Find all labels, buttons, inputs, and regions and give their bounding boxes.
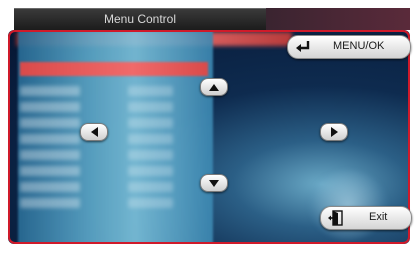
up-arrow-icon	[209, 83, 219, 91]
blurred-menu-row	[20, 118, 80, 128]
down-button[interactable]	[200, 174, 228, 192]
title-bar: Menu Control	[14, 8, 266, 31]
blurred-menu-selection	[20, 62, 208, 76]
blurred-menu-value	[128, 118, 173, 128]
exit-button[interactable]: Exit	[320, 206, 412, 230]
blurred-menu-row	[20, 166, 80, 176]
up-button[interactable]	[200, 78, 228, 96]
blurred-menu-value	[128, 182, 173, 192]
exit-label: Exit	[369, 211, 388, 223]
blurred-menu-value	[128, 102, 173, 112]
page-title: Menu Control	[103, 12, 177, 26]
blurred-menu-value	[128, 86, 173, 96]
blurred-menu-row	[20, 86, 80, 96]
blurred-menu-value	[128, 150, 173, 160]
left-button[interactable]	[80, 123, 108, 141]
blurred-menu-row	[20, 182, 80, 192]
right-arrow-icon	[330, 127, 338, 137]
return-arrow-icon	[294, 38, 312, 56]
menu-ok-label: MENU/OK	[333, 40, 385, 52]
blurred-menu-row	[20, 150, 80, 160]
blurred-menu-value	[128, 166, 173, 176]
blurred-menu-value	[128, 198, 173, 208]
menu-control-screen: Menu Control MENU/OK Exit	[0, 0, 418, 254]
title-bar-extension	[266, 8, 410, 30]
menu-ok-button[interactable]: MENU/OK	[287, 35, 411, 59]
down-arrow-icon	[209, 179, 219, 187]
exit-door-icon	[327, 209, 345, 227]
blurred-menu-row	[20, 198, 80, 208]
blurred-menu-row	[20, 134, 80, 144]
right-button[interactable]	[320, 123, 348, 141]
left-arrow-icon	[90, 127, 98, 137]
blurred-menu-row	[20, 102, 80, 112]
blurred-menu-value	[128, 134, 173, 144]
